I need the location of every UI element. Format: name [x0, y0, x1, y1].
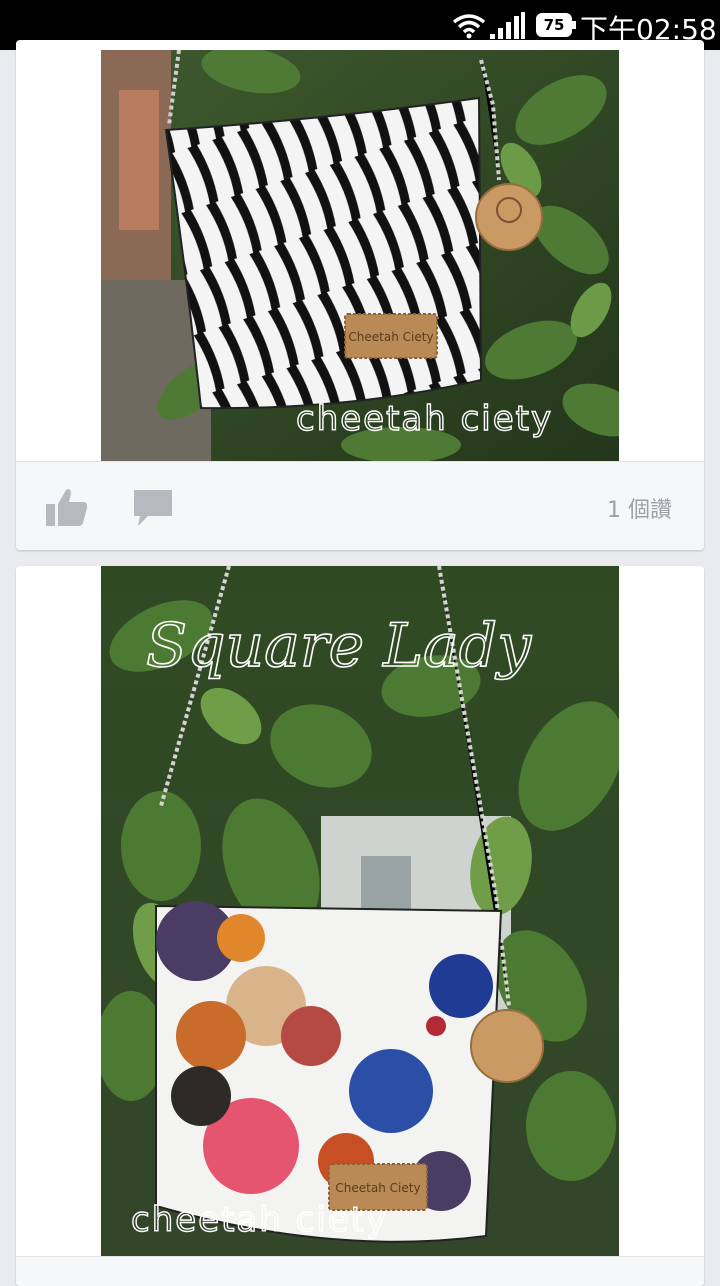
- photo-watermark-2: cheetah ciety: [131, 1200, 388, 1240]
- feed-post-card: Cheetah Ciety Square Lady cheetah ciety: [16, 566, 704, 1286]
- like-icon[interactable]: [46, 487, 88, 531]
- wifi-icon: [452, 13, 486, 43]
- comment-icon[interactable]: [134, 490, 172, 530]
- battery-icon: 75: [536, 13, 576, 37]
- post-action-bar: [16, 1256, 704, 1286]
- likes-count[interactable]: 1 個讚: [607, 492, 672, 524]
- photo-title-square-lady: Square Lady: [146, 611, 532, 681]
- bag-label-tag-1: Cheetah Ciety: [348, 330, 433, 344]
- post-photo-floral-bag[interactable]: Cheetah Ciety Square Lady cheetah ciety: [101, 566, 619, 1256]
- post-photo-zebra-bag[interactable]: Cheetah Ciety cheetah ciety: [101, 50, 619, 461]
- post-action-bar: 1 個讚: [16, 461, 704, 550]
- feed-post-card: Cheetah Ciety cheetah ciety 1 個讚: [16, 40, 704, 550]
- bag-label-tag-2: Cheetah Ciety: [335, 1181, 420, 1195]
- photo-watermark-1: cheetah ciety: [296, 399, 553, 439]
